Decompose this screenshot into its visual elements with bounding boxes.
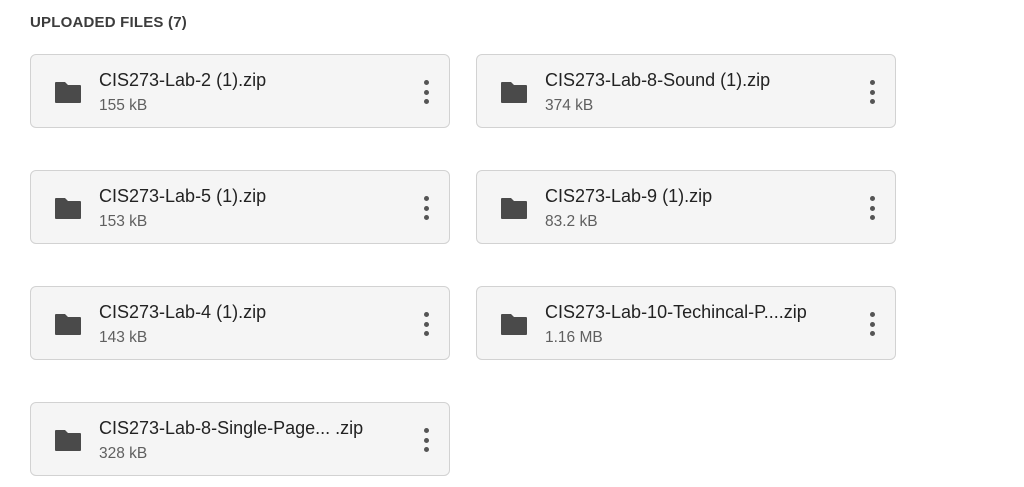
folder-icon (500, 196, 528, 220)
file-card[interactable]: CIS273-Lab-10-Techincal-P....zip 1.16 MB (476, 286, 896, 360)
file-size: 374 kB (545, 97, 594, 114)
more-vert-icon[interactable] (419, 78, 433, 106)
more-vert-icon[interactable] (419, 310, 433, 338)
folder-icon (500, 80, 528, 104)
folder-icon (54, 312, 82, 336)
file-card[interactable]: CIS273-Lab-5 (1).zip 153 kB (30, 170, 450, 244)
more-vert-icon[interactable] (865, 194, 879, 222)
file-card[interactable]: CIS273-Lab-8-Sound (1).zip 374 kB (476, 54, 896, 128)
folder-icon (54, 196, 82, 220)
folder-icon (54, 428, 82, 452)
file-size: 1.16 MB (545, 329, 603, 346)
file-name: CIS273-Lab-10-Techincal-P....zip (545, 302, 807, 322)
folder-icon (54, 80, 82, 104)
more-vert-icon[interactable] (419, 426, 433, 454)
file-size: 155 kB (99, 97, 148, 114)
file-card[interactable]: CIS273-Lab-8-Single-Page... .zip 328 kB (30, 402, 450, 476)
file-card[interactable]: CIS273-Lab-9 (1).zip 83.2 kB (476, 170, 896, 244)
file-size: 153 kB (99, 213, 148, 230)
file-name: CIS273-Lab-9 (1).zip (545, 186, 713, 206)
file-size: 83.2 kB (545, 213, 598, 230)
file-card[interactable]: CIS273-Lab-2 (1).zip 155 kB (30, 54, 450, 128)
file-size: 328 kB (99, 445, 148, 462)
folder-icon (500, 312, 528, 336)
file-name: CIS273-Lab-4 (1).zip (99, 302, 267, 322)
section-title: UPLOADED FILES (7) (30, 14, 187, 31)
more-vert-icon[interactable] (865, 310, 879, 338)
file-name: CIS273-Lab-5 (1).zip (99, 186, 267, 206)
more-vert-icon[interactable] (419, 194, 433, 222)
file-name: CIS273-Lab-8-Sound (1).zip (545, 70, 771, 90)
more-vert-icon[interactable] (865, 78, 879, 106)
file-card[interactable]: CIS273-Lab-4 (1).zip 143 kB (30, 286, 450, 360)
file-name: CIS273-Lab-8-Single-Page... .zip (99, 418, 364, 438)
file-name: CIS273-Lab-2 (1).zip (99, 70, 267, 90)
file-size: 143 kB (99, 329, 148, 346)
